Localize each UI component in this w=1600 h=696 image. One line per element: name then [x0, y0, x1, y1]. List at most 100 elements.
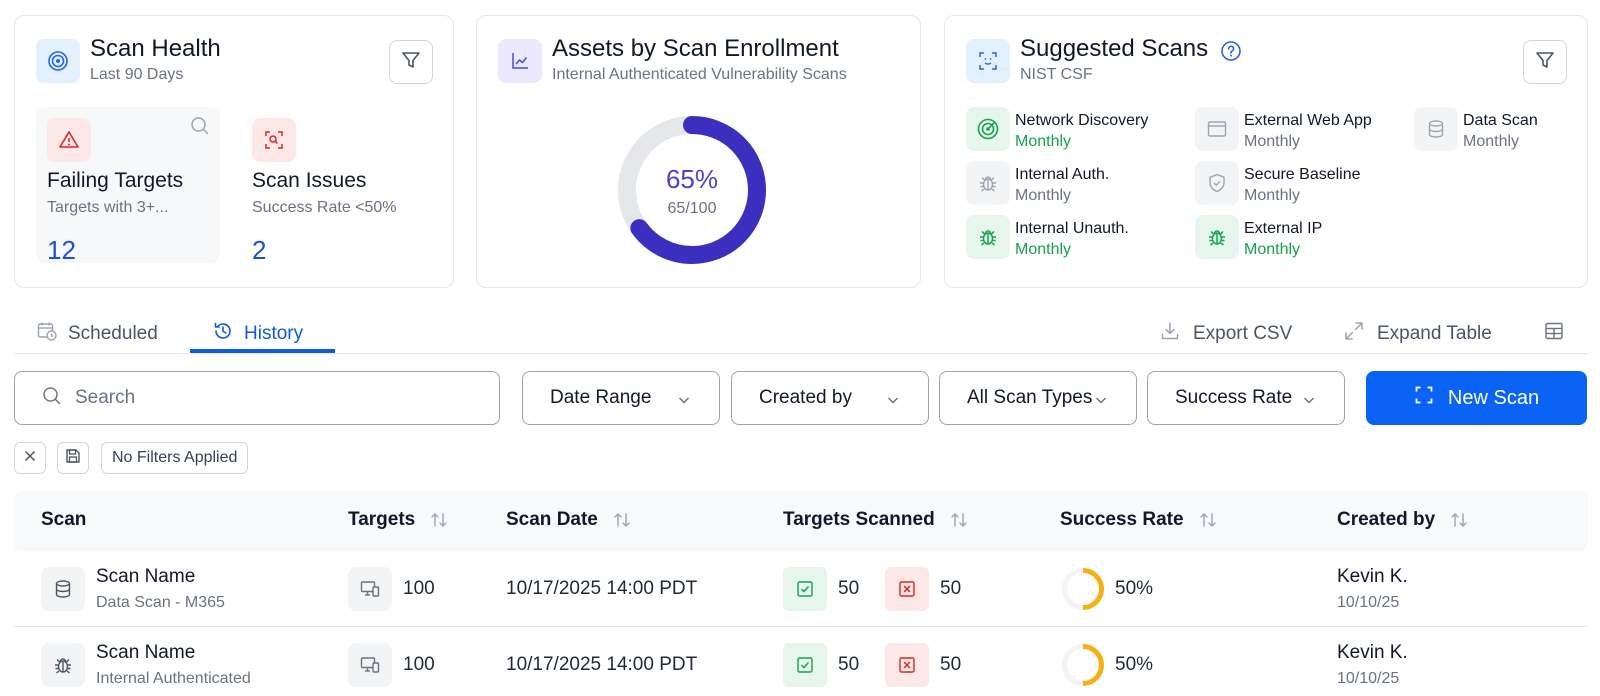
- suggested-scans-subtitle: NIST CSF: [1020, 66, 1093, 83]
- new-scan-button[interactable]: New Scan: [1366, 371, 1587, 425]
- close-icon: [22, 448, 38, 469]
- chevron-down-icon: [678, 397, 690, 404]
- suggested-item-frequency: Monthly: [1015, 187, 1072, 204]
- bug-icon: [41, 643, 85, 687]
- scan-health-subtitle: Last 90 Days: [90, 66, 184, 83]
- suggested-scans-title: Suggested Scans: [1020, 35, 1209, 62]
- created-date: 10/10/25: [1337, 670, 1400, 687]
- chevron-down-icon: [1303, 397, 1315, 404]
- column-settings-button[interactable]: [1543, 314, 1577, 354]
- help-icon[interactable]: [1220, 40, 1242, 67]
- sort-icon: [1199, 513, 1216, 527]
- scan-health-card: Scan Health Last 90 Days Failing Targets…: [14, 15, 454, 288]
- failing-targets-desc: Targets with 3+...: [47, 199, 169, 216]
- failing-targets-title: Failing Targets: [47, 169, 184, 192]
- scan-date: 10/17/2025 14:00 PDT: [506, 654, 698, 675]
- column-header-targets[interactable]: Targets: [348, 509, 449, 531]
- column-header-targets-scanned[interactable]: Targets Scanned: [783, 509, 969, 531]
- sort-icon: [614, 513, 630, 527]
- column-header-success-rate[interactable]: Success Rate: [1060, 509, 1218, 531]
- clear-filters-button[interactable]: [14, 442, 46, 474]
- scan-face-icon: [966, 39, 1010, 83]
- new-scan-label: New Scan: [1447, 386, 1540, 409]
- created-by-dropdown[interactable]: Created by: [731, 371, 929, 425]
- suggested-item-name: Data Scan: [1463, 112, 1538, 129]
- browser-window-icon: [1195, 107, 1239, 151]
- line-chart-icon: [498, 39, 542, 83]
- expand-table-button[interactable]: Expand Table: [1343, 314, 1492, 354]
- targets-failed: 50: [940, 654, 962, 675]
- targets-failed: 50: [940, 578, 962, 599]
- suggested-item-name: External IP: [1244, 220, 1323, 237]
- devices-icon: [348, 643, 392, 687]
- check-square-icon: [783, 567, 827, 611]
- suggested-item-external-ip[interactable]: External IP Monthly: [1195, 215, 1322, 260]
- bug-icon: [966, 161, 1010, 205]
- target-icon: [36, 39, 80, 83]
- suggested-item-internal-unauth[interactable]: Internal Unauth. Monthly: [966, 215, 1129, 260]
- save-filters-button[interactable]: [57, 442, 89, 474]
- bug-icon: [966, 215, 1010, 259]
- alert-triangle-icon: [47, 118, 91, 162]
- suggested-item-name: Internal Unauth.: [1015, 220, 1129, 237]
- suggested-item-network-discovery[interactable]: Network Discovery Monthly: [966, 107, 1148, 152]
- success-rate-label: Success Rate: [1175, 387, 1293, 408]
- targets-passed: 50: [838, 578, 860, 599]
- scan-issues-tile[interactable]: Scan Issues Success Rate <50% 2: [241, 107, 431, 265]
- sort-icon: [431, 513, 447, 527]
- sort-icon: [1451, 513, 1467, 527]
- calendar-clock-icon: [36, 320, 68, 348]
- suggested-item-frequency: Monthly: [1015, 241, 1072, 258]
- scan-name[interactable]: Scan Name: [96, 642, 195, 664]
- zoom-icon[interactable]: [190, 116, 210, 141]
- devices-icon: [348, 567, 392, 611]
- column-header-scan-date[interactable]: Scan Date: [506, 509, 632, 531]
- tab-history[interactable]: History: [212, 314, 303, 354]
- scan-frame-icon: [1414, 385, 1448, 411]
- scan-search-icon: [252, 118, 296, 162]
- success-rate-dropdown[interactable]: Success Rate: [1147, 371, 1345, 425]
- enrollment-subtitle: Internal Authenticated Vulnerability Sca…: [552, 66, 847, 83]
- chevron-down-icon: [887, 397, 899, 404]
- suggested-item-external-web-app[interactable]: External Web App Monthly: [1195, 107, 1372, 152]
- tab-history-label: History: [244, 323, 304, 344]
- filter-icon: [1534, 49, 1556, 76]
- filter-icon: [400, 49, 422, 76]
- success-rate-ring: [1062, 568, 1104, 610]
- scan-types-dropdown[interactable]: All Scan Types: [939, 371, 1137, 425]
- radar-icon: [966, 107, 1010, 151]
- suggested-item-data-scan[interactable]: Data Scan Monthly: [1414, 107, 1538, 152]
- scan-name[interactable]: Scan Name: [96, 566, 195, 588]
- database-icon: [1414, 107, 1458, 151]
- scan-issues-title: Scan Issues: [252, 169, 367, 192]
- column-header-created-by[interactable]: Created by: [1337, 509, 1469, 531]
- scan-issues-value: 2: [252, 235, 267, 265]
- target-count: 100: [403, 578, 435, 599]
- success-rate-value: 50%: [1115, 578, 1154, 599]
- suggested-item-frequency: Monthly: [1463, 133, 1520, 150]
- success-rate-value: 50%: [1115, 654, 1154, 675]
- search-field[interactable]: [14, 371, 500, 425]
- created-date: 10/10/25: [1337, 594, 1400, 611]
- suggested-item-internal-auth[interactable]: Internal Auth. Monthly: [966, 161, 1109, 206]
- suggested-item-name: Network Discovery: [1015, 112, 1149, 129]
- suggested-item-name: Internal Auth.: [1015, 166, 1110, 183]
- tab-scheduled[interactable]: Scheduled: [36, 314, 158, 354]
- date-range-dropdown[interactable]: Date Range: [522, 371, 720, 425]
- suggested-item-secure-baseline[interactable]: Secure Baseline Monthly: [1195, 161, 1361, 206]
- save-icon: [64, 447, 82, 470]
- success-rate-ring: [1062, 644, 1104, 686]
- history-icon: [212, 320, 244, 348]
- export-csv-button[interactable]: Export CSV: [1159, 314, 1292, 354]
- export-csv-label: Export CSV: [1193, 323, 1293, 344]
- sort-icon: [951, 513, 967, 527]
- scan-health-filter-button[interactable]: [389, 40, 433, 84]
- failing-targets-tile[interactable]: Failing Targets Targets with 3+... 12: [36, 107, 220, 265]
- search-input[interactable]: [75, 387, 475, 409]
- suggested-filter-button[interactable]: [1523, 40, 1567, 84]
- suggested-item-frequency: Monthly: [1015, 133, 1072, 150]
- expand-table-label: Expand Table: [1377, 323, 1492, 344]
- scan-types-label: All Scan Types: [967, 387, 1093, 408]
- suggested-item-frequency: Monthly: [1244, 133, 1301, 150]
- column-header-scan[interactable]: Scan: [41, 509, 86, 531]
